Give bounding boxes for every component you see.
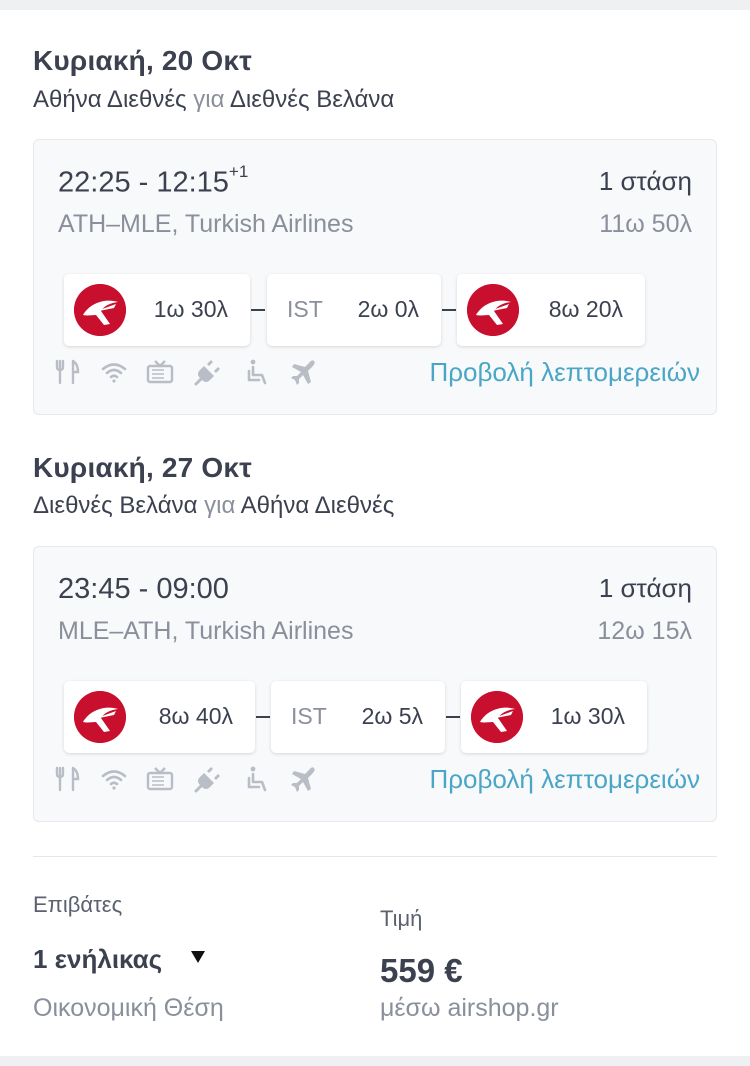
outbound-connector: για bbox=[193, 86, 225, 113]
top-strip bbox=[0, 0, 750, 10]
flight-segment[interactable]: 8ω 40λ bbox=[64, 681, 255, 753]
layover-duration: 2ω 5λ bbox=[361, 703, 423, 729]
return-date: Κυριακή, 27 Οκτ bbox=[33, 452, 252, 483]
flight-segment[interactable]: 1ω 30λ bbox=[461, 681, 647, 753]
return-times: 23:45 - 09:00 bbox=[58, 573, 229, 605]
accessibility-icon bbox=[244, 765, 272, 793]
return-origin: Διεθνές Βελάνα bbox=[33, 492, 198, 519]
passengers-label: Επιβάτες bbox=[33, 892, 123, 917]
segment-duration: 8ω 40λ bbox=[158, 703, 233, 729]
return-destination: Αθήνα Διεθνές bbox=[240, 492, 395, 519]
return-duration: 12ω 15λ bbox=[597, 617, 692, 645]
layover-airport: IST bbox=[287, 296, 323, 322]
segment-connector bbox=[442, 309, 456, 311]
outbound-times: 22:25 - 12:15+1 bbox=[58, 162, 248, 200]
return-connector: για bbox=[204, 492, 236, 519]
dropdown-arrow-icon[interactable] bbox=[191, 951, 205, 963]
view-details-link[interactable]: Προβολή λεπτομερειών bbox=[429, 764, 700, 795]
wifi-icon bbox=[100, 765, 128, 793]
power-icon bbox=[194, 358, 222, 386]
return-flight-card[interactable]: 23:45 - 09:00 1 στάση MLE–ATH, Turkish A… bbox=[33, 546, 717, 822]
plane-icon bbox=[290, 765, 318, 793]
outbound-route: Αθήνα Διεθνές για Διεθνές Βελάνα bbox=[33, 86, 394, 114]
power-icon bbox=[194, 765, 222, 793]
meal-icon bbox=[54, 765, 82, 793]
outbound-duration: 11ω 50λ bbox=[599, 210, 692, 238]
layover-duration: 2ω 0λ bbox=[357, 296, 419, 322]
price-label: Τιμή bbox=[380, 906, 423, 931]
outbound-flight-card[interactable]: 22:25 - 12:15+1 1 στάση ATH–MLE, Turkish… bbox=[33, 139, 717, 415]
segment-connector bbox=[251, 309, 265, 311]
segment-duration: 1ω 30λ bbox=[153, 296, 228, 322]
segment-connector bbox=[256, 716, 270, 718]
outbound-stops: 1 στάση bbox=[598, 166, 692, 196]
outbound-origin: Αθήνα Διεθνές bbox=[33, 86, 187, 113]
segment-duration: 8ω 20λ bbox=[548, 296, 623, 322]
return-route: Διεθνές Βελάνα για Αθήνα Διεθνές bbox=[33, 492, 394, 520]
tv-icon bbox=[146, 765, 174, 793]
flight-segment[interactable]: 8ω 20λ bbox=[457, 274, 645, 346]
tv-icon bbox=[146, 358, 174, 386]
turkish-airlines-logo-icon bbox=[74, 284, 126, 336]
outbound-time-range: 22:25 - 12:15 bbox=[58, 166, 229, 199]
layover-airport: IST bbox=[291, 703, 327, 729]
return-route-airline: MLE–ATH, Turkish Airlines bbox=[58, 617, 354, 645]
meal-icon bbox=[54, 358, 82, 386]
turkish-airlines-logo-icon bbox=[471, 691, 523, 743]
cabin-class: Οικονομική Θέση bbox=[33, 994, 224, 1022]
wifi-icon bbox=[100, 358, 128, 386]
passengers-select[interactable]: 1 ενήλικας bbox=[33, 944, 162, 975]
return-stops: 1 στάση bbox=[598, 573, 692, 603]
day-offset: +1 bbox=[228, 162, 249, 181]
price-source: μέσω airshop.gr bbox=[380, 994, 559, 1022]
plane-icon bbox=[290, 358, 318, 386]
outbound-route-airline: ATH–MLE, Turkish Airlines bbox=[58, 210, 354, 238]
segment-duration: 1ω 30λ bbox=[550, 703, 625, 729]
layover-segment[interactable]: IST 2ω 0λ bbox=[267, 274, 441, 346]
flight-segment[interactable]: 1ω 30λ bbox=[64, 274, 250, 346]
turkish-airlines-logo-icon bbox=[74, 691, 126, 743]
turkish-airlines-logo-icon bbox=[467, 284, 519, 336]
bottom-strip bbox=[0, 1056, 750, 1066]
price-value: 559 € bbox=[380, 952, 463, 989]
segment-connector bbox=[446, 716, 460, 718]
accessibility-icon bbox=[244, 358, 272, 386]
view-details-link[interactable]: Προβολή λεπτομερειών bbox=[429, 357, 700, 388]
outbound-date: Κυριακή, 20 Οκτ bbox=[33, 45, 252, 76]
divider bbox=[33, 856, 717, 857]
outbound-destination: Διεθνές Βελάνα bbox=[229, 86, 395, 113]
layover-segment[interactable]: IST 2ω 5λ bbox=[271, 681, 445, 753]
